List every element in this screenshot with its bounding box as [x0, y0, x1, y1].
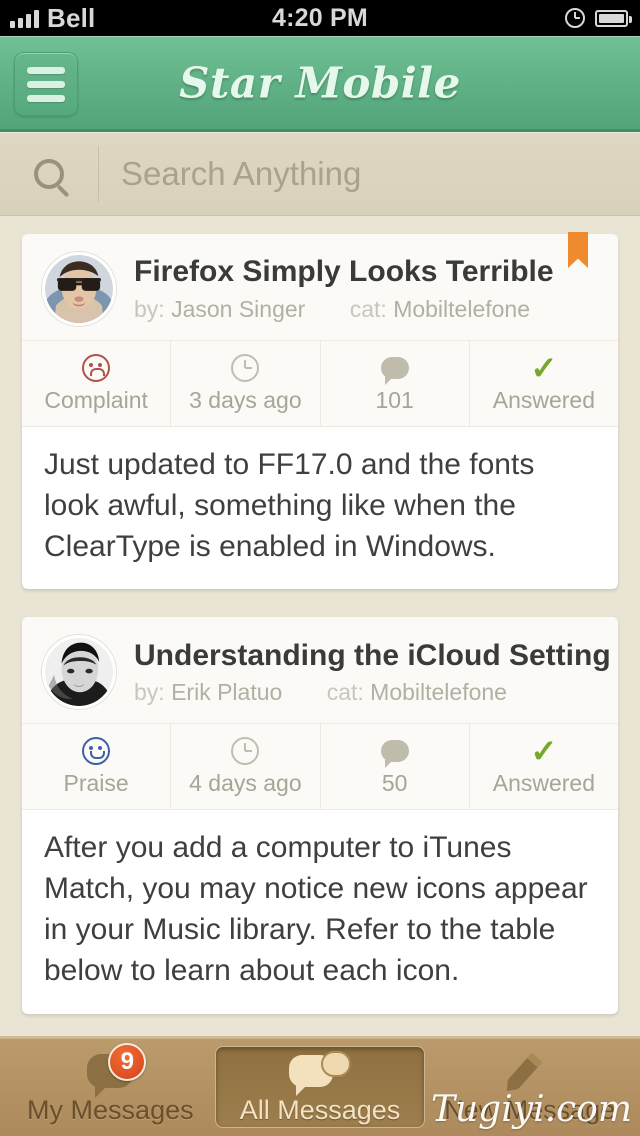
card-subtitle: by: Jason Singer cat: Mobiltelefone	[134, 296, 554, 323]
pencil-icon	[507, 1049, 552, 1093]
author-name: Jason Singer	[171, 295, 306, 322]
tab-new-message-label: New Message	[444, 1094, 616, 1125]
author-label: by:	[134, 295, 165, 322]
search-input[interactable]	[99, 154, 640, 193]
tab-my-messages-label: My Messages	[27, 1094, 194, 1125]
message-card[interactable]: Understanding the iCloud Setting by: Eri…	[22, 617, 618, 1014]
search-icon[interactable]	[0, 158, 98, 189]
meta-status[interactable]: ✓ Answered	[470, 341, 618, 426]
avatar	[42, 252, 116, 326]
meta-comments[interactable]: 101	[321, 341, 470, 426]
author-label: by:	[134, 679, 165, 706]
meta-status-label: Answered	[492, 770, 596, 797]
meta-status[interactable]: ✓ Answered	[470, 724, 618, 809]
tab-all-messages-label: All Messages	[239, 1094, 401, 1125]
card-body: After you add a computer to iTunes Match…	[44, 831, 588, 987]
battery-full-icon	[595, 9, 632, 27]
status-bar: Bell 4:20 PM	[0, 0, 640, 36]
tab-bar: 9 My Messages All Messages New Message T…	[0, 1036, 640, 1136]
speech-bubble-icon: 9	[87, 1042, 147, 1098]
meta-type-label: Praise	[63, 770, 129, 797]
meta-comments-count: 50	[381, 770, 408, 797]
tab-all-messages[interactable]: All Messages	[214, 1046, 426, 1128]
meta-time-label: 3 days ago	[189, 387, 302, 413]
card-header: Firefox Simply Looks Terrible by: Jason …	[22, 234, 618, 340]
meta-status-label: Answered	[492, 387, 596, 413]
avatar	[42, 635, 116, 710]
unread-badge: 9	[108, 1042, 147, 1081]
meta-type[interactable]: Praise	[22, 724, 172, 810]
comment-bubble-icon	[321, 351, 469, 385]
meta-time-label: 4 days ago	[189, 770, 302, 797]
checkmark-icon: ✓	[530, 350, 558, 386]
meta-time[interactable]: 3 days ago	[171, 341, 321, 426]
meta-comments-count: 101	[375, 387, 414, 413]
card-title: Firefox Simply Looks Terrible	[134, 255, 554, 289]
card-header: Understanding the iCloud Setting by: Eri…	[22, 617, 618, 724]
page-title: Star Mobile	[179, 58, 461, 107]
category-name: Mobiltelefone	[370, 679, 507, 706]
tab-new-message[interactable]: New Message	[425, 1046, 634, 1128]
card-body: Just updated to FF17.0 and the fonts loo…	[44, 448, 535, 563]
card-meta-row: Praise 4 days ago 50 ✓ Answered	[22, 723, 618, 811]
meta-time[interactable]: 4 days ago	[171, 724, 321, 810]
alarm-clock-icon	[565, 8, 585, 28]
meta-type-label: Complaint	[44, 387, 148, 413]
app-root: Bell 4:20 PM Star Mobile Search Anything…	[0, 0, 640, 1136]
checkmark-icon: ✓	[530, 733, 558, 770]
happy-face-icon	[22, 734, 170, 768]
status-bar-time: 4:20 PM	[272, 3, 368, 32]
comment-bubble-icon	[321, 734, 469, 769]
meta-type[interactable]: Complaint	[22, 341, 172, 426]
card-meta-row: Complaint 3 days ago 101 ✓ Answered	[22, 340, 618, 427]
search-bar[interactable]	[0, 132, 640, 216]
clock-icon	[171, 351, 319, 385]
card-title: Understanding the iCloud Setting	[134, 638, 611, 672]
sad-face-icon	[22, 351, 170, 385]
meta-comments[interactable]: 50	[321, 724, 470, 810]
category-name: Mobiltelefone	[393, 295, 530, 322]
category-label: cat:	[349, 295, 387, 322]
author-name: Erik Platuo	[171, 679, 283, 706]
clock-icon	[171, 734, 319, 768]
category-label: cat:	[326, 679, 364, 706]
double-speech-bubble-icon	[289, 1049, 351, 1096]
message-list: Firefox Simply Looks Terrible by: Jason …	[0, 216, 640, 1036]
app-bar: Star Mobile	[0, 36, 640, 132]
tab-my-messages[interactable]: 9 My Messages	[6, 1042, 215, 1128]
card-subtitle: by: Erik Platuo cat: Mobiltelefone	[134, 679, 598, 706]
card-header-text: Firefox Simply Looks Terrible by: Jason …	[134, 255, 554, 323]
message-card[interactable]: Firefox Simply Looks Terrible by: Jason …	[22, 232, 618, 590]
card-header-text: Understanding the iCloud Setting by: Eri…	[134, 638, 611, 707]
